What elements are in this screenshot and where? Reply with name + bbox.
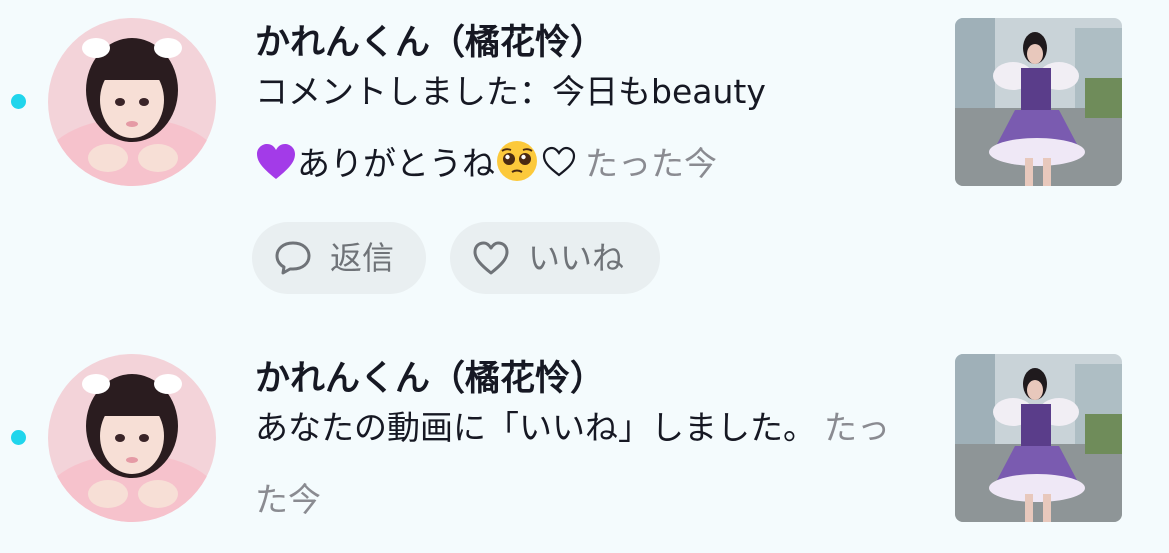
white-heart-icon — [542, 146, 576, 177]
notification-item-like[interactable]: かれんくん（橘花怜） あなたの動画に「いいね」しました。 たった今 — [0, 330, 1169, 553]
video-thumbnail[interactable] — [955, 354, 1122, 522]
video-thumbnail[interactable] — [955, 18, 1122, 186]
reply-label: 返信 — [330, 239, 395, 277]
unread-indicator — [11, 94, 26, 109]
heart-outline-icon — [473, 241, 509, 275]
purple-heart-icon — [257, 144, 295, 179]
avatar[interactable] — [48, 18, 216, 186]
notification-message: あなたの動画に「いいね」しました。 たった今 — [255, 392, 895, 536]
like-label: いいね — [528, 239, 625, 277]
like-text: あなたの動画に「いいね」しました。 — [255, 408, 816, 447]
avatar[interactable] — [48, 354, 216, 522]
comment-bubble-icon — [275, 241, 311, 275]
notification-item-comment[interactable]: かれんくん（橘花怜） コメントしました：今日もbeauty ありがとうね たった… — [0, 0, 1169, 320]
reply-button[interactable]: 返信 — [252, 222, 426, 294]
comment-text: コメントしました：今日もbeauty — [255, 72, 766, 111]
pleading-face-icon — [497, 141, 537, 181]
comment-text-tail: ありがとうね — [297, 144, 495, 183]
notification-message: コメントしました：今日もbeauty ありがとうね たった今 — [255, 56, 905, 200]
like-button[interactable]: いいね — [450, 222, 660, 294]
unread-indicator — [11, 430, 26, 445]
timestamp: たった今 — [585, 144, 717, 183]
